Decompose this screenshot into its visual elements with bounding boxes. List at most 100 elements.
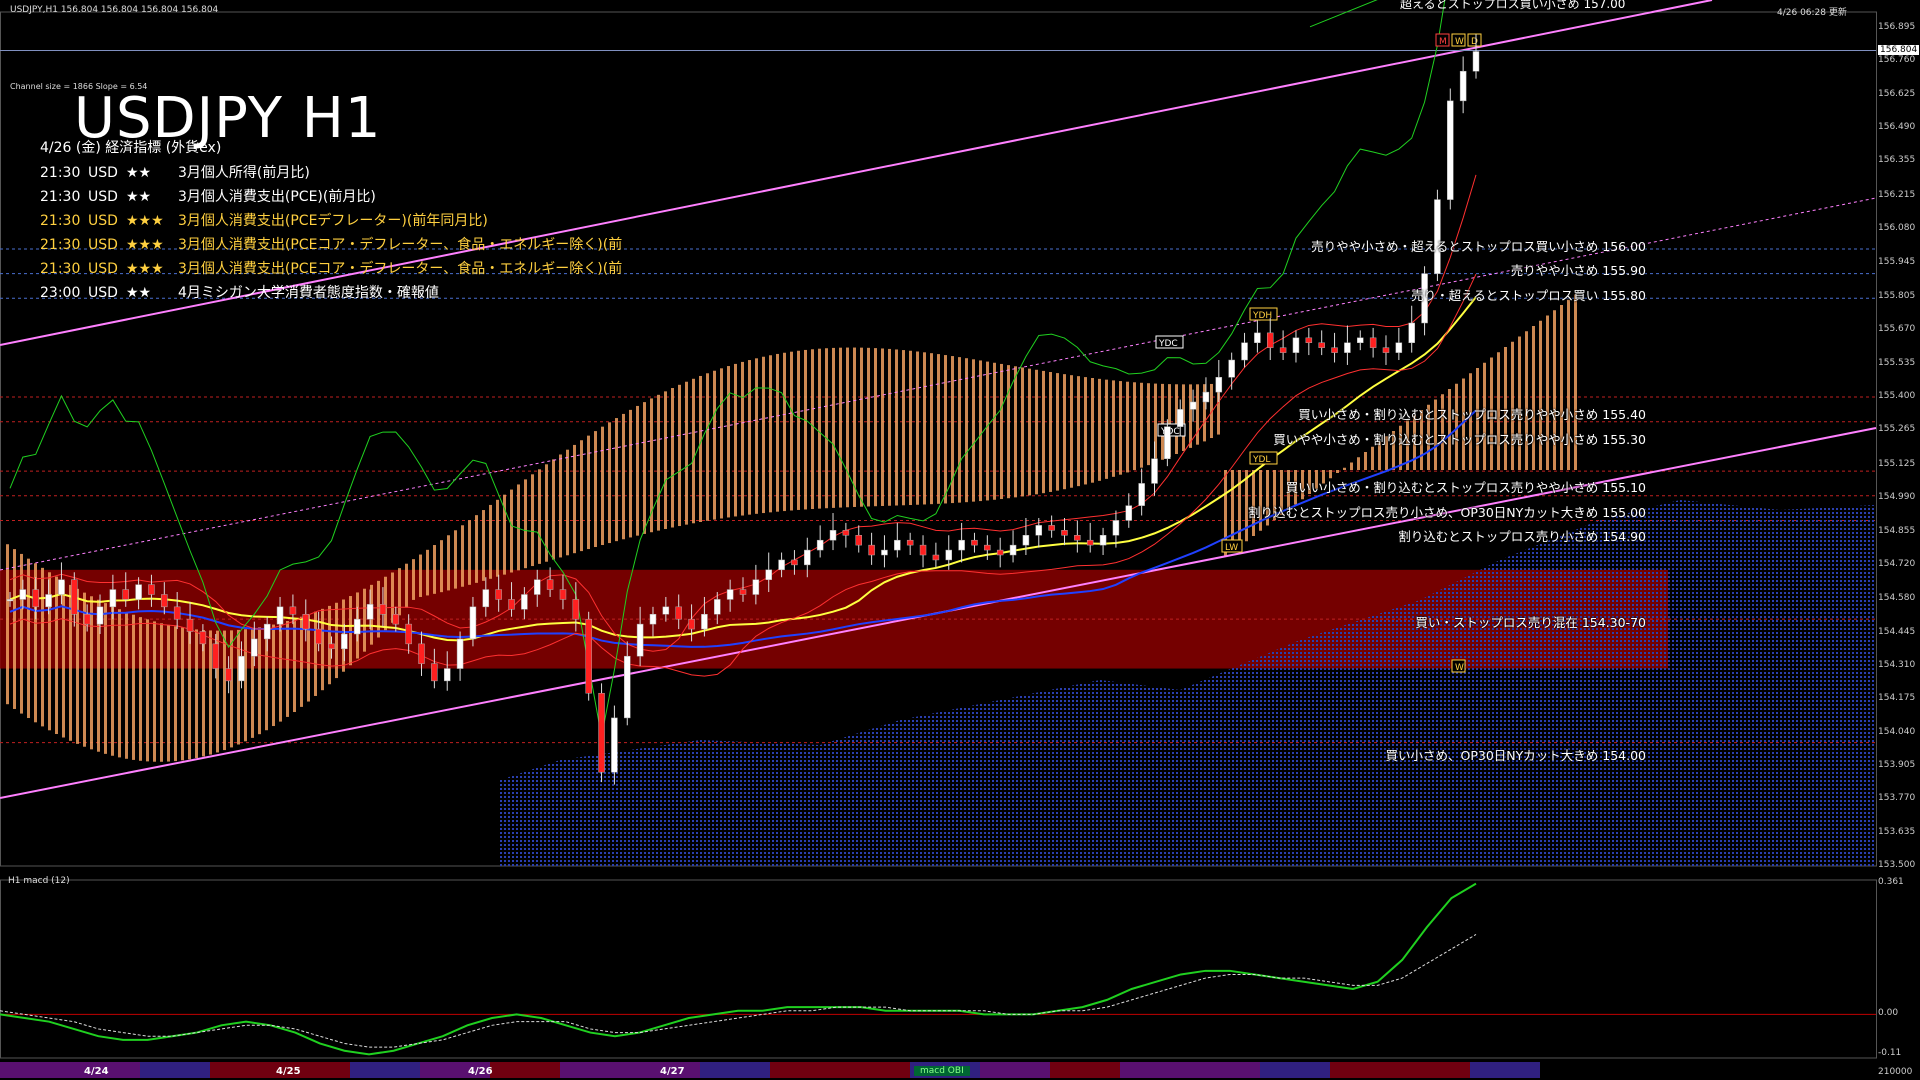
event-currency: USD bbox=[88, 237, 118, 253]
date-strip-cell bbox=[770, 1062, 840, 1078]
candle-body bbox=[1241, 342, 1248, 361]
date-strip-cell bbox=[350, 1062, 420, 1078]
cloud-bar bbox=[223, 630, 226, 751]
cloud-bar bbox=[727, 366, 730, 518]
date-strip-cell bbox=[140, 1062, 210, 1078]
candle-body bbox=[842, 530, 850, 536]
cloud-bar bbox=[825, 348, 828, 509]
price-tick-label: 155.400 bbox=[1878, 391, 1916, 402]
price-tick-label: 155.670 bbox=[1878, 324, 1916, 335]
date-label: 4/26 bbox=[468, 1066, 493, 1077]
cloud-bar bbox=[573, 444, 576, 554]
event-name: 3月個人消費支出(PCEコア・デフレーター、食品・エネルギー除く)(前 bbox=[178, 237, 623, 253]
cloud-bar bbox=[916, 351, 919, 505]
cloud-bar bbox=[363, 588, 366, 652]
cloud-bar bbox=[1364, 452, 1367, 470]
candle-body bbox=[1086, 539, 1094, 546]
level-annotation: 割り込むとストップロス売り小さめ、OP30日NYカット大きめ 155.00 bbox=[1248, 505, 1646, 520]
cloud-bar bbox=[244, 629, 247, 742]
cloud-bar bbox=[27, 558, 30, 719]
symbol-info: USDJPY,H1 156.804 156.804 156.804 156.80… bbox=[10, 5, 219, 15]
cloud-bar bbox=[139, 617, 142, 761]
cloud-bar bbox=[853, 347, 856, 507]
cloud-bar bbox=[475, 515, 478, 583]
cloud-bar bbox=[1049, 372, 1052, 492]
cloud-bar bbox=[377, 580, 380, 638]
cloud-bar bbox=[895, 349, 898, 506]
candle-body bbox=[1266, 332, 1274, 348]
candle-body bbox=[495, 589, 502, 600]
event-stars: ★★★ bbox=[126, 213, 164, 229]
date-strip-cell bbox=[1190, 1062, 1260, 1078]
cloud-bar bbox=[552, 459, 555, 560]
macd-panel-frame bbox=[0, 879, 1877, 1059]
candle-body bbox=[173, 606, 181, 620]
candle-body bbox=[482, 589, 490, 608]
candle-body bbox=[662, 606, 670, 615]
cloud-bar bbox=[720, 368, 723, 519]
cloud-bar bbox=[790, 351, 793, 511]
candle-body bbox=[649, 613, 657, 625]
candle-body bbox=[431, 663, 438, 682]
candle-body bbox=[19, 589, 27, 600]
cloud-bar bbox=[146, 619, 149, 762]
cloud-bar bbox=[860, 347, 863, 507]
cloud-bar bbox=[594, 431, 597, 548]
price-tick-label: 154.445 bbox=[1878, 626, 1916, 637]
candle-body bbox=[1189, 401, 1197, 410]
price-tick-label: 155.125 bbox=[1878, 458, 1916, 469]
cloud-bar bbox=[846, 347, 849, 508]
level-annotation: 売りやや小さめ 155.90 bbox=[1510, 263, 1646, 278]
price-tick-label: 156.490 bbox=[1878, 122, 1916, 132]
candle-body bbox=[1305, 337, 1313, 343]
marker-w-2: W bbox=[1455, 663, 1464, 673]
candle-body bbox=[238, 655, 245, 682]
event-currency: USD bbox=[88, 285, 118, 301]
cloud-bar bbox=[13, 549, 16, 709]
cloud-bar bbox=[447, 535, 450, 591]
date-strip-cell bbox=[0, 1062, 70, 1078]
cloud-bar bbox=[741, 361, 744, 516]
cloud-bar bbox=[1063, 374, 1066, 490]
candle-body bbox=[881, 549, 888, 556]
candle-body bbox=[816, 539, 824, 551]
cloud-bar bbox=[1231, 470, 1234, 552]
cloud-bar bbox=[755, 358, 758, 514]
candle-body bbox=[456, 638, 464, 669]
candle-body bbox=[611, 717, 618, 773]
candle-body bbox=[533, 579, 541, 595]
cloud-bar bbox=[482, 510, 485, 581]
event-currency: USD bbox=[88, 261, 118, 277]
price-tick-label: 154.990 bbox=[1878, 492, 1916, 503]
cloud-bar bbox=[937, 354, 940, 504]
candle-body bbox=[289, 606, 297, 615]
cloud-bar bbox=[1105, 379, 1108, 479]
event-time: 21:30 bbox=[40, 189, 81, 205]
cloud-bar bbox=[461, 525, 464, 587]
candle-body bbox=[1408, 322, 1415, 343]
price-tick-label: 155.805 bbox=[1878, 291, 1916, 302]
cloud-bar bbox=[195, 629, 198, 759]
cloud-bar bbox=[804, 349, 807, 510]
update-time: 4/26 06:28 更新 bbox=[1777, 8, 1847, 18]
candle-body bbox=[636, 623, 644, 657]
candle-body bbox=[855, 535, 862, 546]
candle-body bbox=[1022, 535, 1030, 546]
cloud-bar bbox=[314, 611, 317, 696]
date-strip-cell bbox=[700, 1062, 770, 1078]
cloud-bar bbox=[1035, 369, 1038, 495]
price-tick-label: 156.080 bbox=[1878, 223, 1916, 234]
cloud-bar bbox=[1525, 331, 1528, 470]
candle-body bbox=[251, 638, 258, 657]
candle-body bbox=[1447, 100, 1454, 200]
calendar-event: 21:30 USD ★★★ 3月個人消費支出(PCEデフレーター)(前年同月比) bbox=[40, 210, 488, 230]
event-stars: ★★★ bbox=[126, 237, 164, 253]
calendar-event: 21:30 USD ★★★ 3月個人消費支出(PCEコア・デフレーター、食品・エネルギ… bbox=[40, 258, 622, 278]
cloud-bar bbox=[671, 388, 674, 528]
cloud-bar bbox=[153, 621, 156, 762]
cloud-bar bbox=[174, 626, 177, 762]
candle-body bbox=[906, 539, 914, 546]
price-tick-label: 153.770 bbox=[1878, 793, 1916, 804]
cloud-bar bbox=[335, 602, 338, 679]
candle-body bbox=[6, 599, 14, 602]
